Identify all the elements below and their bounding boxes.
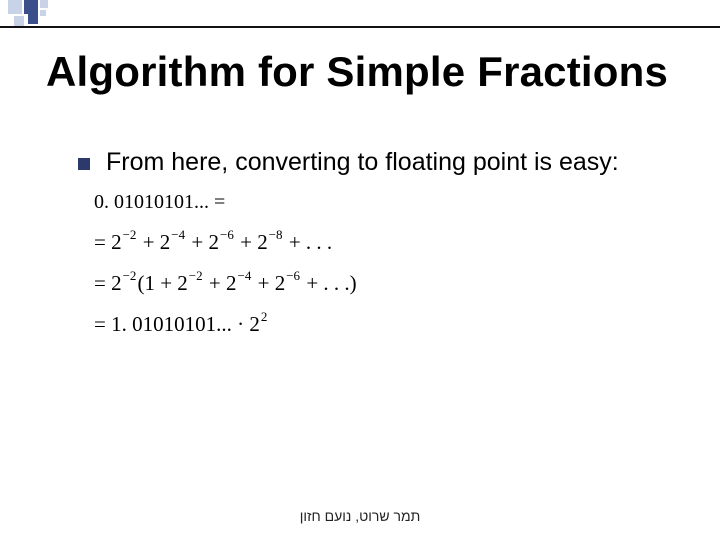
term-exp: −4 bbox=[238, 268, 252, 283]
header-divider bbox=[0, 26, 720, 28]
term-base: 2 bbox=[226, 271, 237, 295]
term-exp: −6 bbox=[286, 268, 300, 283]
deco-square bbox=[28, 14, 38, 24]
term-base: 2 bbox=[177, 271, 188, 295]
term-base: 2 bbox=[275, 271, 286, 295]
term-exp: −4 bbox=[171, 227, 185, 242]
deco-square bbox=[40, 0, 48, 8]
eq-sign: = bbox=[94, 312, 106, 336]
factor-base: 2 bbox=[111, 271, 122, 295]
open-paren: (1 + bbox=[137, 271, 177, 295]
term-exp: −2 bbox=[189, 268, 203, 283]
eq-sign: = bbox=[94, 230, 106, 254]
slide-decoration bbox=[0, 0, 720, 32]
plus: + bbox=[252, 271, 274, 295]
plus: + bbox=[137, 230, 159, 254]
deco-square bbox=[24, 0, 38, 14]
math-line-1: 0. 01010101... = bbox=[94, 192, 357, 212]
slide-title: Algorithm for Simple Fractions bbox=[46, 48, 668, 96]
plus: + bbox=[186, 230, 208, 254]
mantissa: 1. 01010101... · 2 bbox=[111, 312, 260, 336]
deco-square bbox=[14, 16, 24, 26]
term-exp: −8 bbox=[269, 227, 283, 242]
term-exp: −2 bbox=[123, 227, 137, 242]
deco-square bbox=[8, 0, 22, 14]
close-paren: + . . .) bbox=[301, 271, 357, 295]
factor-exp: −2 bbox=[123, 268, 137, 283]
math-block: 0. 01010101... = = 2−2 + 2−4 + 2−6 + 2−8… bbox=[94, 186, 357, 335]
term-base: 2 bbox=[111, 230, 122, 254]
bullet-item: From here, converting to floating point … bbox=[78, 148, 619, 177]
math-line-3: = 2−2(1 + 2−2 + 2−4 + 2−6 + . . .) bbox=[94, 273, 357, 294]
plus: + bbox=[204, 271, 226, 295]
term-base: 2 bbox=[209, 230, 220, 254]
term-base: 2 bbox=[257, 230, 268, 254]
math-line-4: = 1. 01010101... · 22 bbox=[94, 314, 357, 335]
final-exp: 2 bbox=[261, 309, 268, 324]
square-bullet-icon bbox=[78, 158, 90, 170]
plus: + bbox=[235, 230, 257, 254]
term-base: 2 bbox=[160, 230, 171, 254]
eq-sign: = bbox=[94, 271, 106, 295]
bullet-text: From here, converting to floating point … bbox=[106, 148, 619, 177]
tail: + . . . bbox=[284, 230, 333, 254]
term-exp: −6 bbox=[220, 227, 234, 242]
footer-credits: תמר שרוט, נועם חזון bbox=[0, 508, 720, 524]
math-line-2: = 2−2 + 2−4 + 2−6 + 2−8 + . . . bbox=[94, 232, 357, 253]
deco-square bbox=[40, 10, 46, 16]
